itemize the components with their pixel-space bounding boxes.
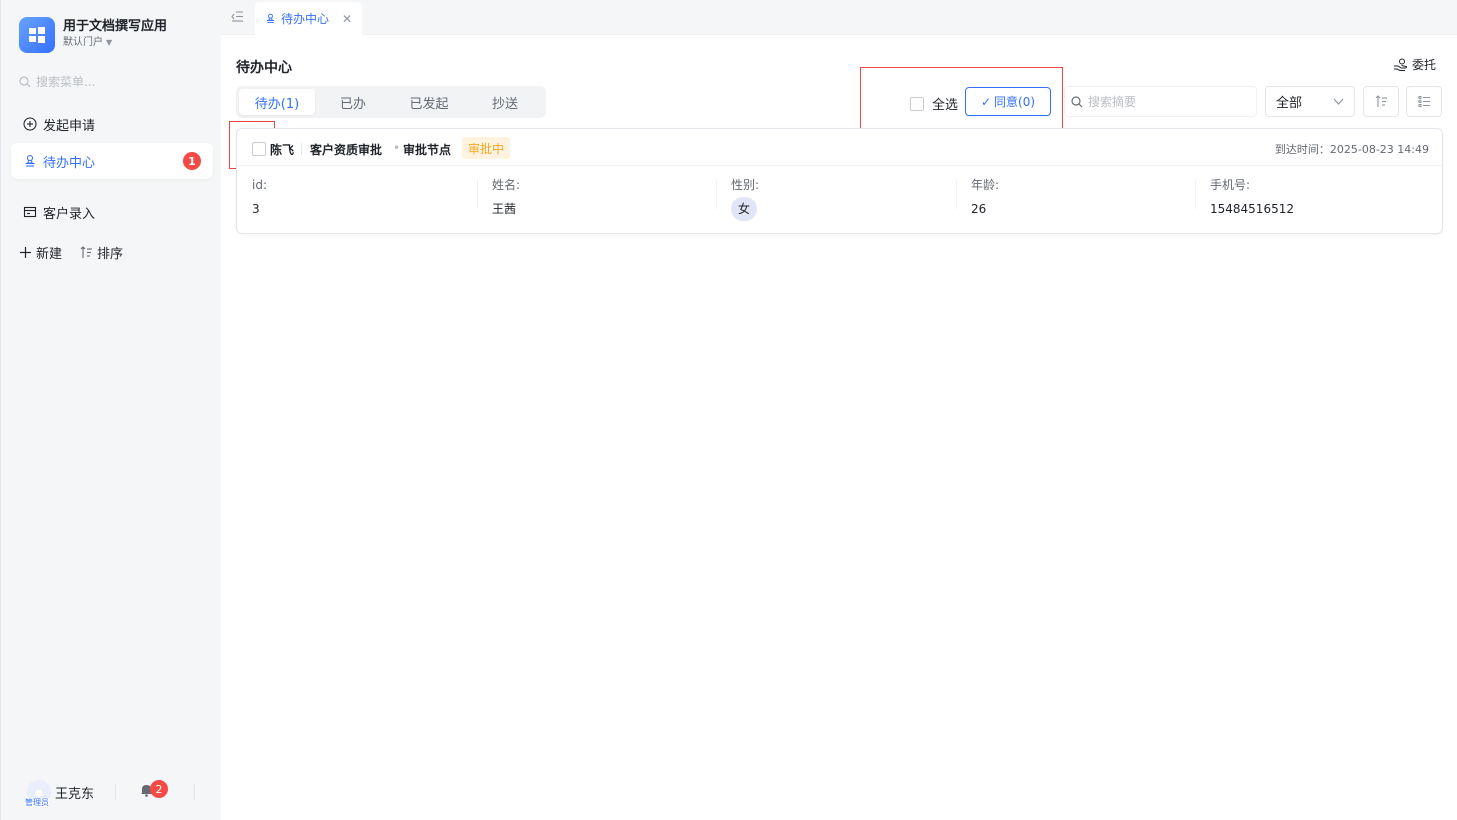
sidebar-item-todo[interactable]: 待办中心 1 [11, 143, 213, 179]
user-name[interactable]: 王克东 [55, 783, 94, 802]
plus-icon [20, 247, 31, 258]
flow-name: 客户资质审批 [310, 143, 383, 157]
dot-separator: • [393, 141, 401, 155]
field-divider [716, 179, 717, 209]
tab-label: 待办中心 [281, 12, 330, 26]
field-divider [477, 179, 478, 209]
menu-search[interactable]: 搜索菜单... [19, 73, 95, 90]
sidebar-item-apply[interactable]: 发起申请 [11, 106, 213, 142]
sidebar: 用于文档撰写应用 默认门户 ▼ 搜索菜单... 发起申请 待办中心 1 客户录入… [0, 0, 221, 820]
footer-divider [115, 784, 116, 800]
field-label: 性别: [731, 178, 760, 192]
sort-order-button[interactable] [1363, 86, 1399, 117]
user-role: 管理员 [25, 798, 49, 807]
field-label: id: [252, 178, 267, 192]
sidebar-footer: 管理员 王克东 2 [25, 780, 197, 807]
todo-card-header: 陈飞 客户资质审批 • 审批节点 审批中 到达时间：2025-08-23 14:… [237, 129, 1442, 166]
node-name: 审批节点 [403, 143, 452, 157]
delegate-label: 委托 [1411, 58, 1436, 72]
stamp-icon [25, 154, 35, 167]
tab-todo-center[interactable]: 待办中心 ✕ [255, 2, 362, 35]
divider [301, 143, 302, 155]
collapse-sidebar-icon[interactable] [231, 11, 244, 26]
form-icon [23, 206, 37, 218]
sidebar-item-label: 发起申请 [43, 118, 96, 134]
caret-down-icon: ▼ [106, 38, 113, 47]
tab-done[interactable]: 已办 [315, 89, 391, 115]
status-badge: 审批中 [462, 137, 511, 159]
arrival-time: 到达时间：2025-08-23 14:49 [1274, 143, 1429, 156]
notification-badge: 2 [150, 780, 168, 798]
new-button-label: 新建 [36, 247, 63, 262]
footer-divider [194, 784, 195, 800]
field-value: 3 [252, 202, 260, 216]
todo-card[interactable]: 陈飞 客户资质审批 • 审批节点 审批中 到达时间：2025-08-23 14:… [236, 128, 1443, 234]
hand-delegate-icon [1393, 58, 1407, 71]
tab-initiated[interactable]: 已发起 [391, 89, 467, 115]
field-age: 年龄: 26 [971, 177, 999, 217]
agree-button[interactable]: ✓ 同意(0) [965, 87, 1051, 116]
tab-cc[interactable]: 抄送 [467, 89, 543, 115]
field-value: 15484516512 [1210, 202, 1294, 216]
filter-value: 全部 [1276, 96, 1303, 111]
page-title: 待办中心 [236, 60, 292, 76]
search-icon [1071, 95, 1083, 107]
portal-name: 默认门户 [63, 37, 103, 48]
close-icon[interactable]: ✕ [342, 12, 352, 26]
tab-pending[interactable]: 待办(1) [239, 89, 315, 115]
select-all-label: 全选 [932, 98, 959, 113]
main-content: 待办中心 委托 待办(1) 已办 已发起 抄送 全选 ✓ 同意(0) 全部 陈 [221, 35, 1457, 820]
agree-label: 同意(0) [994, 95, 1036, 109]
initiator-name: 陈飞 [270, 143, 295, 157]
check-icon: ✓ [980, 94, 992, 109]
list-icon [1418, 96, 1430, 107]
sort-button[interactable]: 排序 [80, 243, 123, 262]
field-value: 王茜 [492, 202, 517, 216]
select-all[interactable]: 全选 [910, 94, 958, 113]
field-id: id: 3 [252, 177, 267, 217]
field-value: 26 [971, 202, 987, 216]
sidebar-item-label: 客户录入 [43, 206, 96, 222]
summary-search-input[interactable] [1088, 94, 1248, 109]
menu-search-placeholder: 搜索菜单... [36, 75, 96, 89]
app-logo [19, 17, 55, 53]
field-divider [956, 179, 957, 209]
plus-circle-icon [23, 117, 37, 131]
field-label: 手机号: [1210, 178, 1251, 192]
notifications-button[interactable]: 2 [140, 780, 168, 798]
field-label: 年龄: [971, 178, 1000, 192]
new-button[interactable]: 新建 [19, 243, 62, 262]
view-mode-button[interactable] [1406, 86, 1442, 117]
field-phone: 手机号: 15484516512 [1210, 177, 1294, 217]
avatar[interactable]: 管理员 [25, 780, 51, 807]
chevron-down-icon [1333, 98, 1344, 105]
sidebar-actions: 新建 排序 [19, 243, 123, 262]
search-icon [19, 75, 31, 87]
field-gender: 性别: 女 [731, 177, 759, 221]
sidebar-item-label: 待办中心 [43, 155, 96, 171]
gender-tag: 女 [731, 197, 757, 221]
delegate-button[interactable]: 委托 [1393, 56, 1436, 73]
status-filter-select[interactable]: 全部 [1265, 86, 1355, 117]
portal-switcher[interactable]: 默认门户 ▼ [63, 36, 167, 50]
todo-card-checkbox[interactable] [252, 142, 266, 156]
todo-tabs: 待办(1) 已办 已发起 抄送 [236, 86, 546, 118]
tab-bar: 待办中心 ✕ [221, 0, 1457, 35]
sort-icon [80, 246, 93, 258]
sort-button-label: 排序 [97, 247, 124, 262]
app-header[interactable]: 用于文档撰写应用 默认门户 ▼ [19, 17, 167, 53]
todo-count-badge: 1 [183, 152, 201, 170]
summary-search[interactable] [1064, 86, 1257, 117]
sort-icon [1375, 95, 1387, 107]
select-all-checkbox[interactable] [910, 96, 924, 111]
field-label: 姓名: [492, 178, 521, 192]
app-name: 用于文档撰写应用 [63, 19, 168, 34]
sidebar-item-customer-entry[interactable]: 客户录入 [11, 194, 213, 230]
stamp-icon [266, 13, 275, 23]
field-divider [1195, 179, 1196, 209]
field-name: 姓名: 王茜 [492, 177, 520, 217]
